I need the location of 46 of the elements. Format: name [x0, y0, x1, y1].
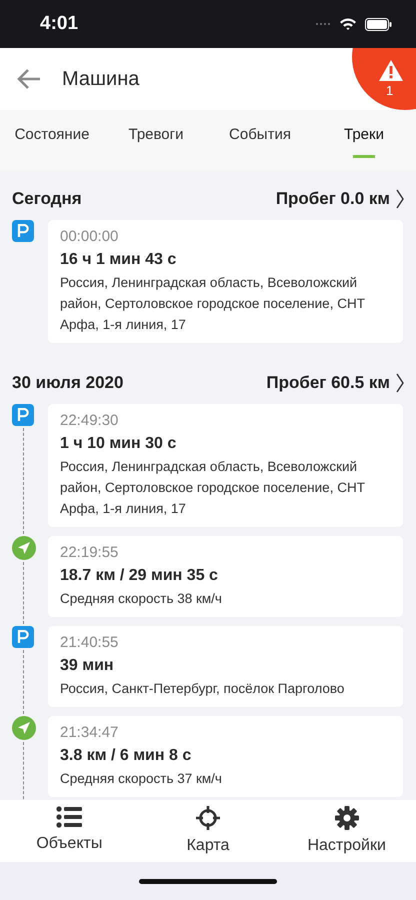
track-card[interactable]: 00:00:00 16 ч 1 мин 43 с Россия, Ленинградская область, Всеволожский район, Сертоловское городское поселение, СНТ Арфа, 1-я линия, 17 — [48, 220, 403, 343]
track-card[interactable]: 22:49:30 1 ч 10 мин 30 с Россия, Ленинградская область, Всеволожский район, Сертоловское городское поселение, СНТ Арфа, 1-я линия, 17 — [48, 404, 403, 527]
entry-detail: Россия, Санкт-Петербург, посёлок Парголово — [60, 680, 346, 698]
entry-detail: Средняя скорость 37 км/ч — [60, 770, 223, 788]
mileage-link[interactable]: Пробег 60.5 км — [266, 372, 404, 394]
entry-summary: 1 ч 10 мин 30 с — [60, 434, 178, 454]
entry-time: 21:34:47 — [60, 723, 120, 743]
battery-icon — [365, 18, 392, 30]
signal-icon — [315, 22, 331, 26]
nav-button[interactable]: Настройки — [277, 800, 416, 862]
track-card[interactable]: 22:19:55 18.7 км / 29 мин 35 с Средняя скорость 38 км/ч — [48, 536, 403, 617]
entry-time: 00:00:00 — [60, 227, 120, 247]
parking-icon — [12, 220, 34, 242]
entry-summary: 3.8 км / 6 мин 8 с — [60, 746, 192, 766]
tab[interactable]: Состояние — [0, 110, 104, 170]
track-card[interactable]: 21:34:47 3.8 км / 6 мин 8 с Средняя скорость 37 км/ч — [48, 716, 403, 797]
entry-summary: 39 мин — [60, 656, 115, 676]
tab[interactable]: События — [208, 110, 312, 170]
entry-summary: 16 ч 1 мин 43 с — [60, 250, 178, 270]
parking-icon — [12, 626, 34, 648]
entry-time: 21:40:55 — [60, 633, 120, 653]
warning-icon — [379, 60, 403, 81]
entry-detail: Россия, Ленинградская область, Всеволожский район, Сертоловское городское поселение, СНТ Арфа, 1-я линия, 17 — [60, 458, 366, 518]
entry-time: 22:49:30 — [60, 411, 120, 431]
back-button[interactable] — [16, 68, 42, 90]
wifi-icon — [339, 17, 357, 31]
entry-detail: Средняя скорость 38 км/ч — [60, 590, 223, 608]
day-heading: 30 июля 2020 — [12, 372, 124, 394]
mileage-link[interactable]: Пробег 0.0 км — [276, 188, 404, 210]
parking-icon — [12, 404, 34, 426]
tab[interactable]: Тревоги — [104, 110, 208, 170]
crosshair-icon — [196, 806, 220, 830]
alarm-count: 1 — [386, 84, 394, 97]
screen-title: Машина — [62, 67, 140, 92]
chevron-icon — [396, 189, 404, 209]
entry-detail: Россия, Ленинградская область, Всеволожский район, Сертоловское городское поселение, СНТ Арфа, 1-я линия, 17 — [60, 274, 366, 334]
nav-button[interactable]: Объекты — [0, 800, 139, 862]
chevron-icon — [396, 373, 404, 393]
entry-summary: 18.7 км / 29 мин 35 с — [60, 566, 219, 586]
track-card[interactable]: 21:40:55 39 мин Россия, Санкт-Петербург, посёлок Парголово — [48, 626, 403, 707]
day-heading: Сегодня — [12, 188, 82, 210]
entry-time: 22:19:55 — [60, 543, 120, 563]
nav-button[interactable]: Карта — [138, 800, 278, 862]
clock-time: 4:01 — [40, 12, 78, 36]
tab[interactable]: Треки — [312, 110, 416, 170]
list-icon — [56, 806, 82, 828]
